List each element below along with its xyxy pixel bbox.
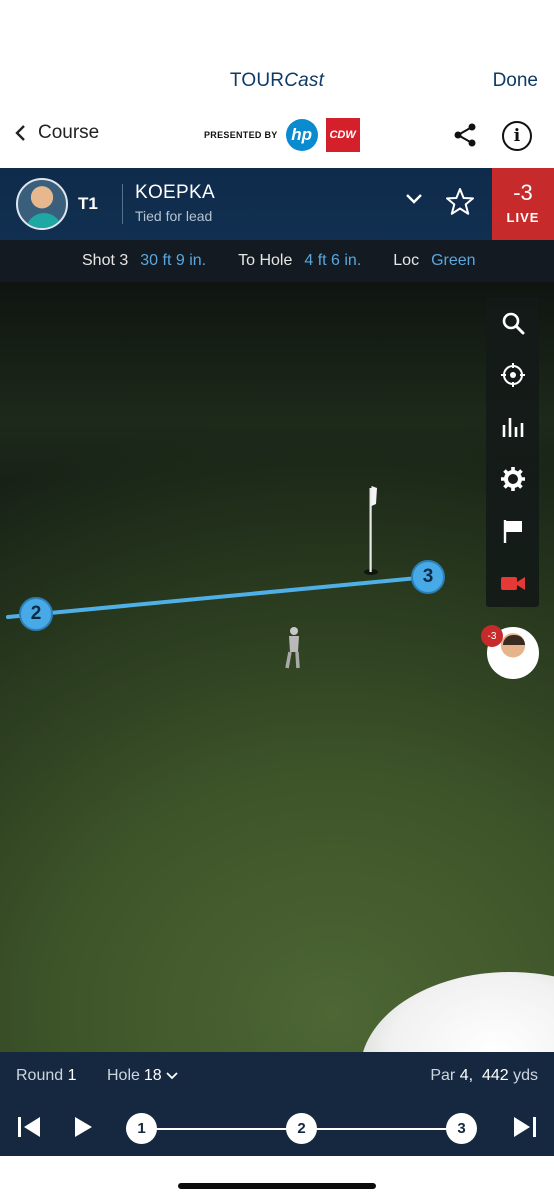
location-label: Loc	[393, 252, 420, 269]
video-button[interactable]	[486, 563, 539, 603]
skip-forward-icon	[514, 1117, 536, 1137]
play-icon	[75, 1117, 92, 1137]
star-icon	[446, 188, 474, 215]
par-label: Par	[430, 1067, 456, 1084]
yards-value: 442	[481, 1067, 509, 1084]
view-toolbar	[486, 297, 539, 607]
back-button[interactable]: Course	[14, 122, 99, 144]
shot-distance: 30 ft 9 in.	[140, 252, 207, 269]
app-title: TOURCast	[0, 70, 554, 92]
top-nav: TOURCast Done Course PRESENTED BY hp CDW…	[0, 0, 554, 168]
sponsor-banner: PRESENTED BY hp CDW	[204, 118, 360, 152]
share-icon	[454, 123, 476, 147]
player-position: T1	[78, 194, 98, 213]
favorite-button[interactable]	[444, 186, 476, 223]
shot-trajectory-line	[6, 575, 430, 619]
yards-unit: yds	[513, 1067, 538, 1084]
timeline-shot-3[interactable]: 3	[446, 1113, 477, 1144]
settings-icon	[500, 467, 525, 491]
skip-to-start-button[interactable]	[16, 1114, 42, 1145]
search-icon	[502, 312, 524, 335]
shot-marker-2[interactable]: 2	[19, 597, 53, 631]
player-name: KOEPKA	[135, 182, 215, 203]
done-button[interactable]: Done	[493, 70, 538, 92]
flag-icon	[503, 520, 522, 543]
par-value: 4,	[459, 1067, 474, 1084]
hole-selector[interactable]: Hole 18	[107, 1067, 178, 1085]
home-area	[0, 1156, 554, 1200]
shot-info-bar: Shot 3 30 ft 9 in. To Hole 4 ft 6 in. Lo…	[0, 240, 554, 282]
back-label: Course	[38, 122, 100, 143]
title-main: TOUR	[229, 70, 285, 91]
divider	[122, 184, 123, 224]
live-score: -3	[513, 180, 533, 205]
play-button[interactable]	[71, 1114, 95, 1145]
chevron-down-icon	[406, 194, 422, 204]
chevron-down-icon	[166, 1072, 178, 1080]
timeline-shot-2[interactable]: 2	[286, 1113, 317, 1144]
live-label: LIVE	[506, 210, 540, 225]
timeline-shot-1[interactable]: 1	[126, 1113, 157, 1144]
title-italic: Cast	[284, 70, 325, 91]
to-hole-value: 4 ft 6 in.	[304, 252, 362, 269]
live-score-badge: -3 LIVE	[492, 168, 554, 240]
search-button[interactable]	[486, 303, 539, 343]
hp-logo: hp	[285, 119, 318, 151]
home-indicator[interactable]	[178, 1183, 376, 1189]
player-avatar	[16, 178, 68, 230]
cdw-logo: CDW	[325, 118, 360, 152]
mini-score-badge: -3	[481, 625, 503, 647]
round-label: Round	[16, 1067, 64, 1084]
skip-to-end-button[interactable]	[512, 1114, 538, 1145]
chevron-left-icon	[15, 125, 25, 141]
to-hole-label: To Hole	[238, 252, 293, 269]
video-icon	[500, 577, 525, 590]
presented-by-label: PRESENTED BY	[204, 130, 278, 140]
stats-button[interactable]	[486, 407, 539, 447]
settings-button[interactable]	[486, 459, 539, 499]
target-icon	[500, 363, 525, 387]
hole-controls: Round 1 Hole 18 Par 4, 442 yds 1 2 3	[0, 1052, 554, 1156]
skip-back-icon	[18, 1117, 40, 1137]
round-value: 1	[67, 1067, 77, 1084]
shot-marker-3[interactable]: 3	[411, 560, 445, 594]
player-status: Tied for lead	[135, 208, 213, 224]
stats-icon	[502, 418, 523, 437]
location-value: Green	[431, 252, 476, 269]
golfer-figure	[285, 627, 300, 669]
hole-label: Hole	[107, 1067, 140, 1084]
shot-label: Shot 3	[82, 252, 129, 269]
info-button[interactable]: i	[502, 121, 532, 151]
player-dropdown-button[interactable]	[405, 192, 423, 210]
course-3d-view[interactable]: 2 3	[0, 282, 554, 1052]
hole-info: Par 4, 442 yds	[430, 1067, 538, 1085]
flag-button[interactable]	[486, 511, 539, 551]
hole-value: 18	[143, 1067, 162, 1084]
player-header[interactable]: T1 KOEPKA Tied for lead -3 LIVE	[0, 168, 554, 240]
locate-button[interactable]	[486, 355, 539, 395]
round-indicator: Round 1	[16, 1067, 77, 1085]
share-button[interactable]	[452, 122, 478, 153]
